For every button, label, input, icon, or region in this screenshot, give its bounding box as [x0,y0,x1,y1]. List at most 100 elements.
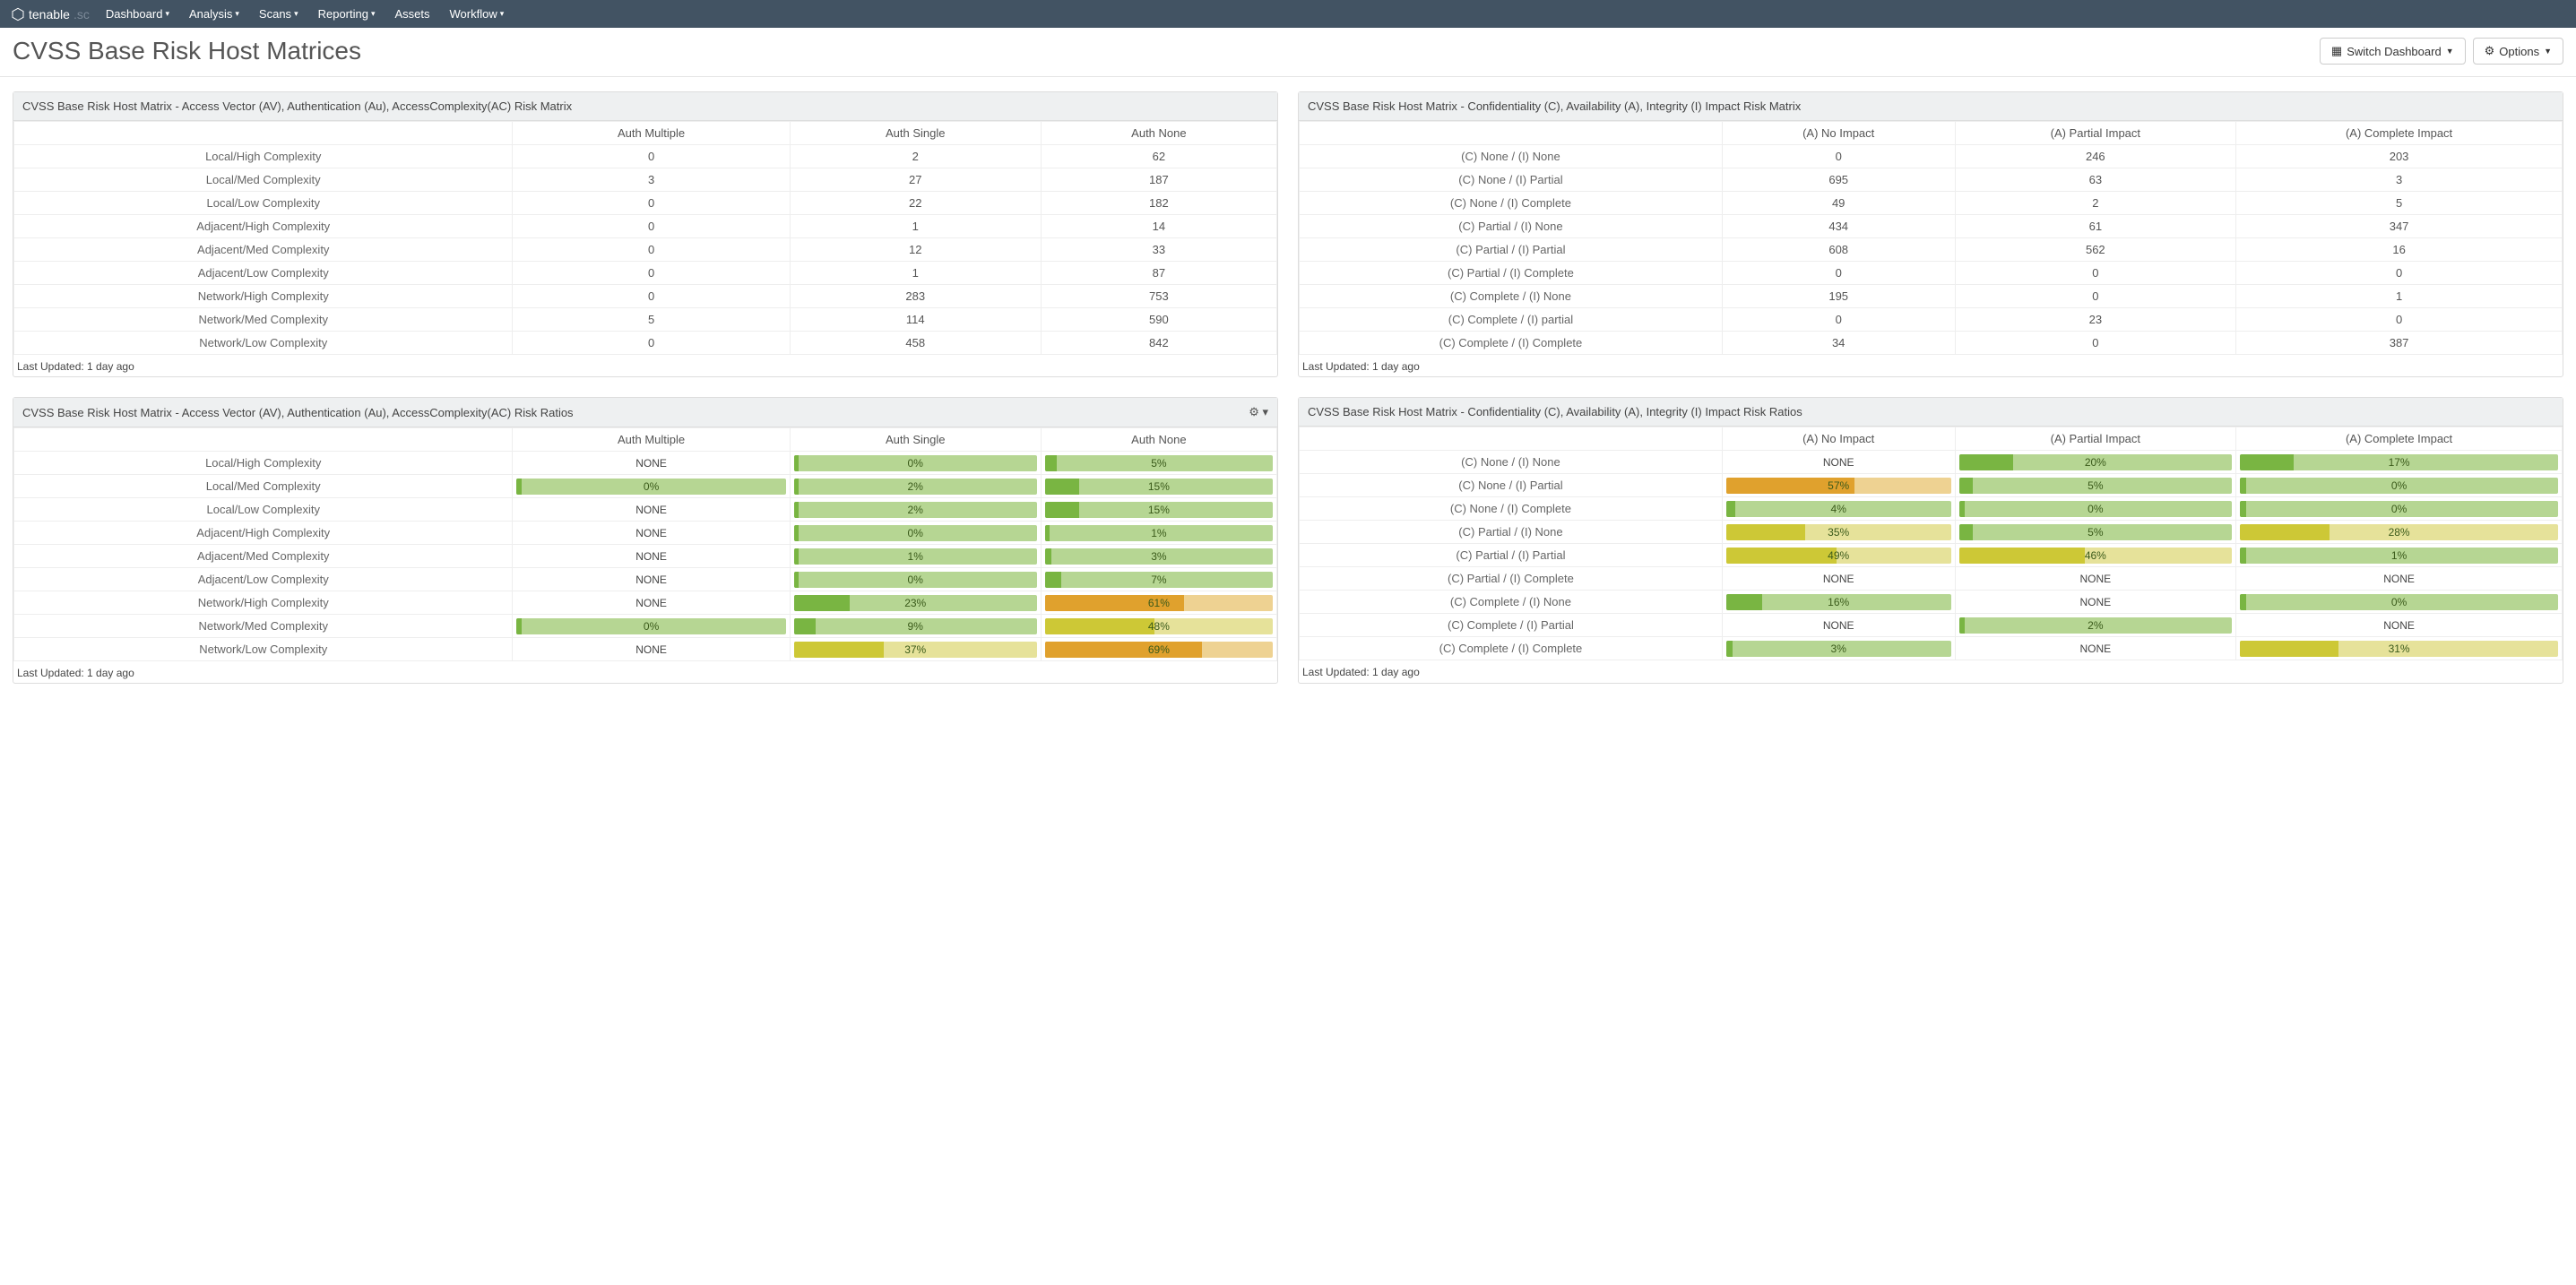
cell-value[interactable]: 23 [1955,308,2236,332]
ratio-cell[interactable]: NONE [1722,567,1955,591]
ratio-cell[interactable]: 7% [1041,568,1276,591]
nav-item-dashboard[interactable]: Dashboard ▾ [106,7,169,21]
cell-value[interactable]: 0 [1955,262,2236,285]
ratio-cell[interactable]: NONE [1722,614,1955,637]
ratio-cell[interactable]: 69% [1041,638,1276,661]
cell-value[interactable]: 0 [513,262,790,285]
cell-value[interactable]: 3 [513,168,790,192]
cell-value[interactable]: 0 [2236,308,2563,332]
ratio-cell[interactable]: 46% [1955,544,2236,567]
panel-gear-icon[interactable]: ⚙ ▾ [1249,405,1268,419]
ratio-cell[interactable]: 1% [1041,522,1276,545]
cell-value[interactable]: 842 [1041,332,1276,355]
cell-value[interactable]: 182 [1041,192,1276,215]
cell-value[interactable]: 3 [2236,168,2563,192]
cell-value[interactable]: 16 [2236,238,2563,262]
ratio-cell[interactable]: 9% [790,615,1041,638]
cell-value[interactable]: 63 [1955,168,2236,192]
ratio-cell[interactable]: NONE [513,638,790,661]
cell-value[interactable]: 27 [790,168,1041,192]
cell-value[interactable]: 1 [790,215,1041,238]
ratio-cell[interactable]: 28% [2236,521,2563,544]
cell-value[interactable]: 387 [2236,332,2563,355]
ratio-cell[interactable]: NONE [1955,637,2236,660]
brand-logo[interactable]: tenable.sc [11,7,90,22]
ratio-cell[interactable]: 15% [1041,498,1276,522]
ratio-cell[interactable]: NONE [513,498,790,522]
nav-item-scans[interactable]: Scans ▾ [259,7,298,21]
cell-value[interactable]: 12 [790,238,1041,262]
cell-value[interactable]: 33 [1041,238,1276,262]
cell-value[interactable]: 5 [2236,192,2563,215]
cell-value[interactable]: 562 [1955,238,2236,262]
cell-value[interactable]: 458 [790,332,1041,355]
ratio-cell[interactable]: NONE [1955,567,2236,591]
cell-value[interactable]: 0 [2236,262,2563,285]
ratio-cell[interactable]: NONE [513,545,790,568]
ratio-cell[interactable]: 0% [1955,497,2236,521]
ratio-cell[interactable]: 2% [1955,614,2236,637]
ratio-cell[interactable]: 23% [790,591,1041,615]
ratio-cell[interactable]: 37% [790,638,1041,661]
cell-value[interactable]: 434 [1722,215,1955,238]
cell-value[interactable]: 187 [1041,168,1276,192]
cell-value[interactable]: 347 [2236,215,2563,238]
nav-item-workflow[interactable]: Workflow ▾ [450,7,505,21]
ratio-cell[interactable]: 0% [2236,474,2563,497]
cell-value[interactable]: 0 [513,215,790,238]
ratio-cell[interactable]: 3% [1041,545,1276,568]
cell-value[interactable]: 62 [1041,145,1276,168]
ratio-cell[interactable]: 57% [1722,474,1955,497]
cell-value[interactable]: 0 [513,332,790,355]
options-button[interactable]: ⚙ Options ▼ [2473,38,2563,65]
nav-item-analysis[interactable]: Analysis ▾ [189,7,239,21]
cell-value[interactable]: 0 [513,285,790,308]
cell-value[interactable]: 753 [1041,285,1276,308]
ratio-cell[interactable]: NONE [2236,614,2563,637]
cell-value[interactable]: 114 [790,308,1041,332]
ratio-cell[interactable]: 61% [1041,591,1276,615]
ratio-cell[interactable]: 35% [1722,521,1955,544]
cell-value[interactable]: 1 [790,262,1041,285]
cell-value[interactable]: 0 [513,192,790,215]
cell-value[interactable]: 0 [1722,262,1955,285]
ratio-cell[interactable]: 20% [1955,451,2236,474]
cell-value[interactable]: 87 [1041,262,1276,285]
ratio-cell[interactable]: 49% [1722,544,1955,567]
cell-value[interactable]: 49 [1722,192,1955,215]
switch-dashboard-button[interactable]: ▦ Switch Dashboard ▼ [2320,38,2466,65]
ratio-cell[interactable]: 5% [1955,474,2236,497]
cell-value[interactable]: 22 [790,192,1041,215]
ratio-cell[interactable]: 15% [1041,475,1276,498]
ratio-cell[interactable]: 5% [1041,452,1276,475]
cell-value[interactable]: 1 [2236,285,2563,308]
cell-value[interactable]: 203 [2236,145,2563,168]
cell-value[interactable]: 2 [790,145,1041,168]
cell-value[interactable]: 0 [1955,332,2236,355]
cell-value[interactable]: 695 [1722,168,1955,192]
cell-value[interactable]: 14 [1041,215,1276,238]
ratio-cell[interactable]: 2% [790,498,1041,522]
ratio-cell[interactable]: 3% [1722,637,1955,660]
ratio-cell[interactable]: 4% [1722,497,1955,521]
ratio-cell[interactable]: 31% [2236,637,2563,660]
ratio-cell[interactable]: 0% [790,452,1041,475]
ratio-cell[interactable]: 48% [1041,615,1276,638]
cell-value[interactable]: 195 [1722,285,1955,308]
ratio-cell[interactable]: 1% [790,545,1041,568]
cell-value[interactable]: 0 [513,145,790,168]
ratio-cell[interactable]: NONE [513,568,790,591]
ratio-cell[interactable]: 0% [513,475,790,498]
ratio-cell[interactable]: NONE [1955,591,2236,614]
ratio-cell[interactable]: NONE [513,452,790,475]
ratio-cell[interactable]: 2% [790,475,1041,498]
cell-value[interactable]: 0 [1722,145,1955,168]
ratio-cell[interactable]: NONE [1722,451,1955,474]
cell-value[interactable]: 61 [1955,215,2236,238]
cell-value[interactable]: 246 [1955,145,2236,168]
ratio-cell[interactable]: NONE [513,522,790,545]
ratio-cell[interactable]: 1% [2236,544,2563,567]
cell-value[interactable]: 0 [513,238,790,262]
ratio-cell[interactable]: 0% [2236,591,2563,614]
ratio-cell[interactable]: 5% [1955,521,2236,544]
